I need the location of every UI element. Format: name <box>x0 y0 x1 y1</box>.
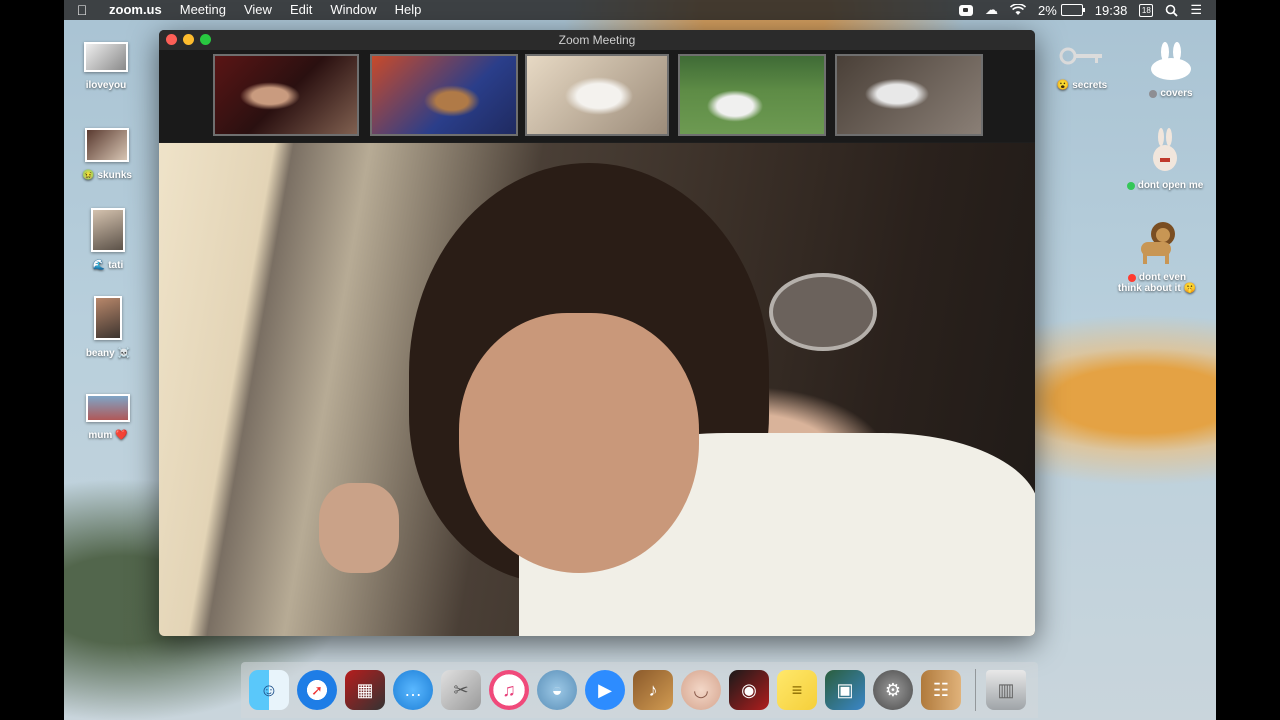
desktop-icon-label: tati <box>108 260 124 271</box>
desktop-icon-iloveyou[interactable]: iloveyou <box>76 42 136 91</box>
red-tag-dot <box>1127 273 1136 282</box>
bunny-icon <box>1136 42 1206 80</box>
desktop-icon-tati[interactable]: 🌊 tati <box>78 208 138 271</box>
dock-sequel-pro-icon[interactable]: ◒ <box>537 670 577 710</box>
emoji-badge: 🤫 <box>1183 283 1197 294</box>
menu-help[interactable]: Help <box>386 0 431 20</box>
participant-video-tile[interactable] <box>678 54 826 136</box>
desktop-icon-label: mum <box>88 430 113 441</box>
dock-face-app-icon[interactable]: ◡ <box>681 670 721 710</box>
emoji-badge: 🌊 <box>92 260 106 271</box>
dock-photo-booth-icon[interactable]: ▦ <box>345 670 385 710</box>
file-thumbnail <box>94 296 122 340</box>
emoji-badge: 🤢 <box>82 170 95 181</box>
menu-bar:  zoom.us Meeting View Edit Window Help … <box>64 0 1216 20</box>
dock-garageband-icon[interactable]: ♪ <box>633 670 673 710</box>
desktop-icon-beany[interactable]: beany ☠️ <box>78 296 138 359</box>
dock-stickies-icon[interactable]: ≡ <box>777 670 817 710</box>
battery-percent: 2% <box>1038 2 1057 18</box>
window-titlebar[interactable]: Zoom Meeting <box>159 30 1035 50</box>
participant-thumbnail-strip <box>159 50 1035 142</box>
dock-safari-icon[interactable]: ➚ <box>297 670 337 710</box>
rabbit-icon <box>1122 128 1208 172</box>
control-center-icon[interactable]: ☰ <box>1190 2 1202 18</box>
file-thumbnail <box>85 128 129 162</box>
desktop-icon-label: secrets <box>1072 80 1108 91</box>
key-icon <box>1052 44 1112 72</box>
battery-icon[interactable] <box>1060 4 1085 16</box>
emoji-badge: ❤️ <box>115 430 128 441</box>
desktop-icon-covers[interactable]: covers <box>1136 42 1206 99</box>
green-tag-dot <box>1126 181 1135 190</box>
dock-zoom-icon[interactable]: ▶ <box>585 670 625 710</box>
participant-video-tile[interactable] <box>835 54 983 136</box>
dock-finder-icon[interactable]: ☺ <box>249 670 289 710</box>
menu-edit[interactable]: Edit <box>281 0 321 20</box>
desktop-icon-label-line2: think about it <box>1117 283 1181 294</box>
dock-system-preferences-icon[interactable]: ⚙ <box>873 670 913 710</box>
menu-window[interactable]: Window <box>321 0 385 20</box>
dock: ☺ ➚ ▦ … ✂ ♫ ◒ ▶ ♪ ◡ ◉ ≡ ▣ ⚙ ☷ ▥ <box>241 662 1038 718</box>
gray-tag-dot <box>1149 89 1158 98</box>
apple-menu-icon[interactable]:  <box>64 2 100 18</box>
desktop-icon-label-line1: dont even <box>1138 272 1187 283</box>
active-speaker-video[interactable] <box>159 143 1035 636</box>
desktop-icon-dont-open-me[interactable]: dont open me <box>1122 128 1208 191</box>
wifi-icon[interactable] <box>1010 4 1026 16</box>
emoji-badge: 😮 <box>1056 80 1070 91</box>
video-subject-face <box>459 313 699 573</box>
calendar-icon[interactable]: 18 <box>1139 3 1154 17</box>
desktop-icon-label: dont open me <box>1137 180 1204 191</box>
participant-video-tile[interactable] <box>525 54 669 136</box>
dock-trash-icon[interactable]: ▥ <box>986 670 1026 710</box>
menu-meeting[interactable]: Meeting <box>171 0 235 20</box>
emoji-badge: ☠️ <box>117 348 131 359</box>
participant-video-tile[interactable] <box>213 54 359 136</box>
desktop-icon-dont-even-think[interactable]: dont even think about it 🤫 <box>1112 218 1202 294</box>
dock-itunes-icon[interactable]: ♫ <box>489 670 529 710</box>
desktop-icon-label: beany <box>85 348 115 359</box>
close-window-button[interactable] <box>166 34 177 45</box>
dock-grab-icon[interactable]: ✂ <box>441 670 481 710</box>
desktop-icon-secrets[interactable]: 😮 secrets <box>1052 44 1112 91</box>
file-thumbnail <box>86 394 130 422</box>
participant-video-tile[interactable] <box>370 54 518 136</box>
dock-photo-editor-icon[interactable]: ◉ <box>729 670 769 710</box>
menu-view[interactable]: View <box>235 0 281 20</box>
creative-cloud-icon[interactable]: ☁ <box>985 2 998 18</box>
dock-messages-icon[interactable]: … <box>393 670 433 710</box>
desktop-icon-label: skunks <box>97 170 132 181</box>
desktop-icon-label: iloveyou <box>85 80 127 91</box>
search-icon[interactable] <box>1165 4 1178 17</box>
dock-contacts-icon[interactable]: ☷ <box>921 670 961 710</box>
dock-preview-icon[interactable]: ▣ <box>825 670 865 710</box>
lion-icon <box>1112 218 1202 266</box>
fullscreen-window-button[interactable] <box>200 34 211 45</box>
dock-separator <box>975 669 976 711</box>
app-menu-zoom[interactable]: zoom.us <box>100 0 171 20</box>
video-subject-hand <box>319 483 399 573</box>
minimize-window-button[interactable] <box>183 34 194 45</box>
clock[interactable]: 19:38 <box>1095 3 1128 18</box>
window-title: Zoom Meeting <box>558 33 636 47</box>
video-background-object <box>769 273 877 351</box>
desktop-icon-label: covers <box>1160 88 1193 99</box>
file-thumbnail <box>84 42 128 72</box>
desktop-icon-mum[interactable]: mum ❤️ <box>78 394 138 441</box>
zoom-meeting-window: Zoom Meeting <box>159 30 1035 636</box>
zoom-camera-icon[interactable] <box>959 4 973 16</box>
desktop-icon-skunks[interactable]: 🤢 skunks <box>76 128 138 181</box>
file-thumbnail <box>91 208 125 252</box>
